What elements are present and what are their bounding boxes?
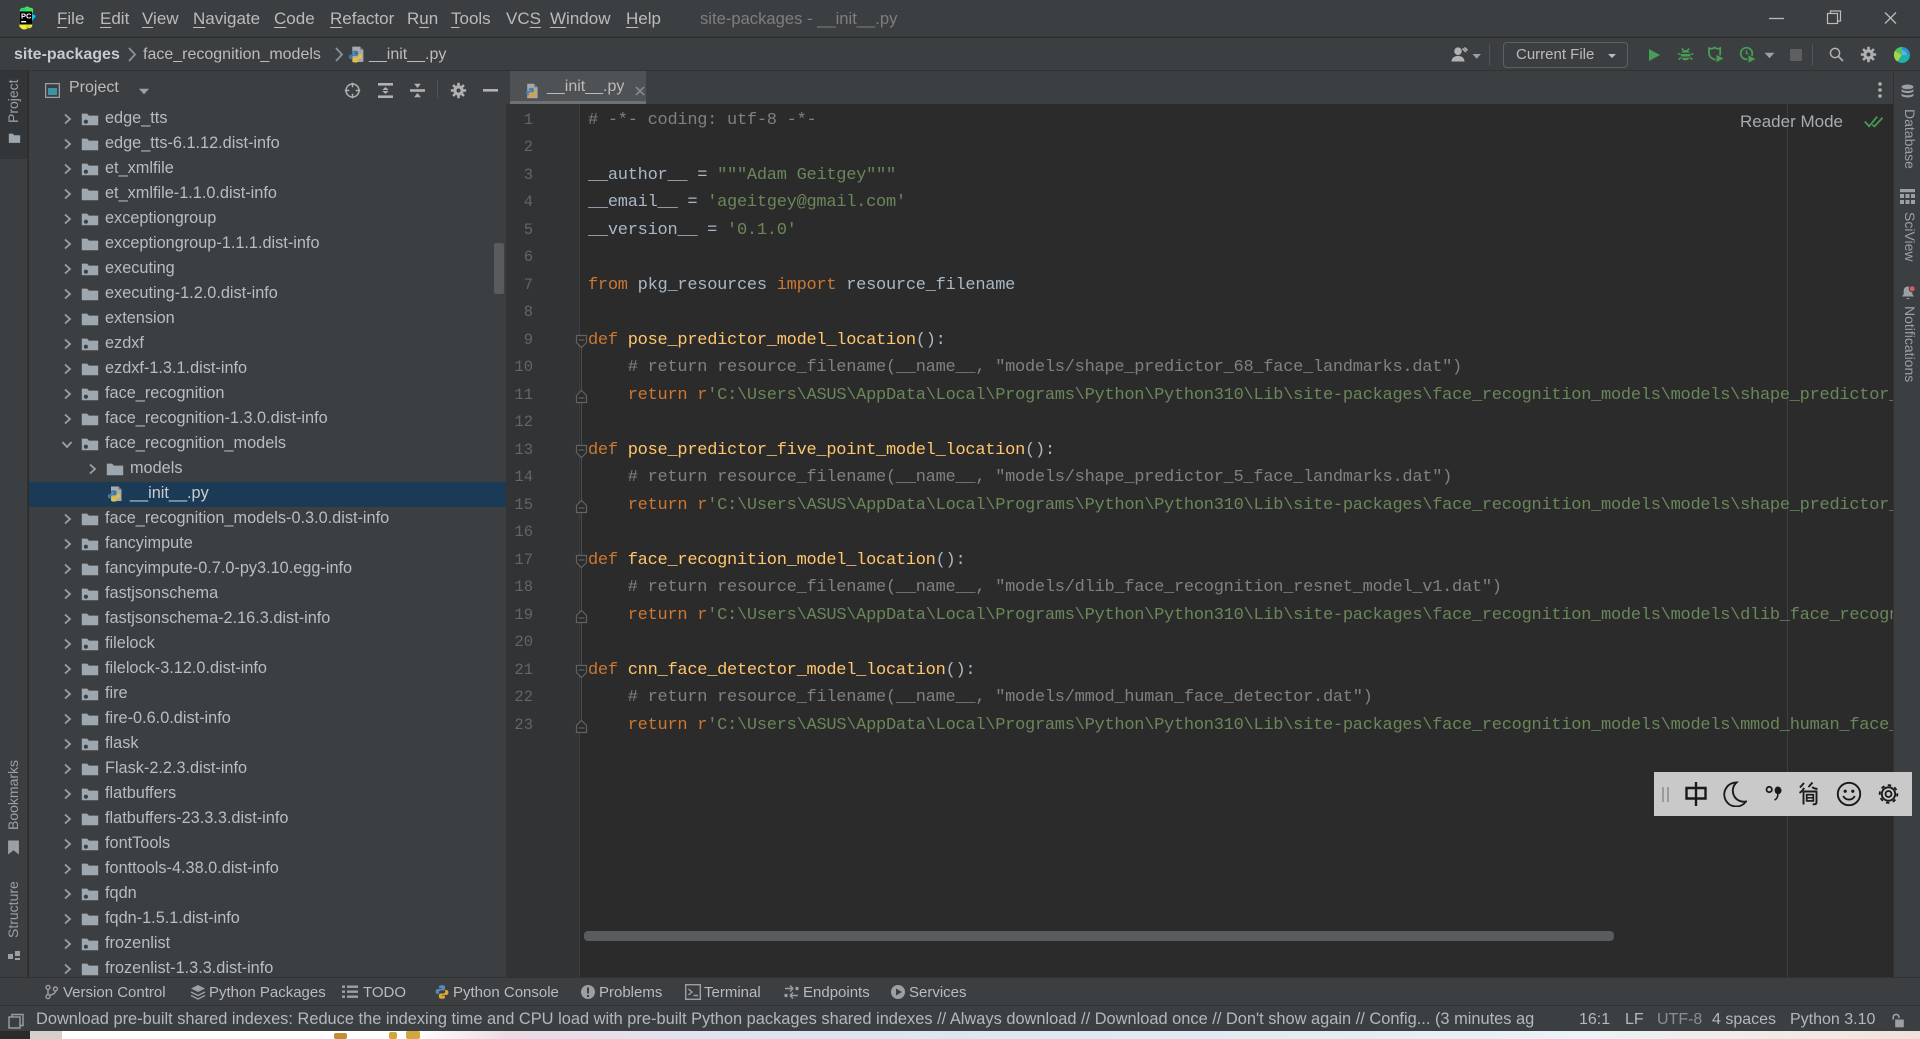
svg-text:PC: PC — [21, 12, 32, 21]
